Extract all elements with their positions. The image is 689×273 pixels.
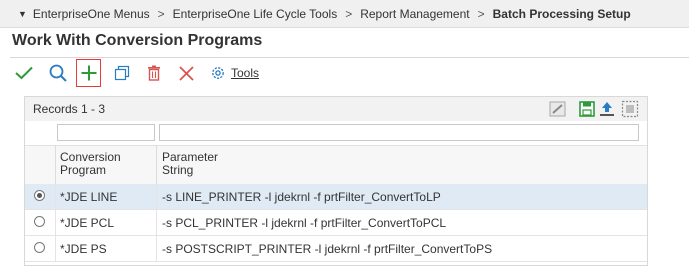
- add-button[interactable]: [76, 59, 101, 87]
- delete-button[interactable]: [143, 62, 165, 84]
- row-select-radio[interactable]: [34, 216, 45, 227]
- page-title: Work With Conversion Programs: [12, 32, 263, 49]
- cell-parameter-string: -s POSTSCRIPT_PRINTER -l jdekrnl -f prtF…: [162, 242, 493, 256]
- grid-header: Records 1 - 3: [25, 97, 647, 122]
- breadcrumb-separator: >: [477, 6, 485, 21]
- column-header-parameter-string[interactable]: Parameter String: [162, 151, 462, 177]
- cell-divider: [156, 184, 157, 209]
- breadcrumb-item-lifecycle-tools[interactable]: EnterpriseOne Life Cycle Tools: [173, 7, 338, 21]
- cell-parameter-string: -s LINE_PRINTER -l jdekrnl -f prtFilter_…: [162, 190, 441, 204]
- cell-parameter-string: -s PCL_PRINTER -l jdekrnl -f prtFilter_C…: [162, 216, 447, 230]
- column-divider: [55, 146, 56, 184]
- breadcrumb-item-menus[interactable]: EnterpriseOne Menus: [33, 7, 150, 21]
- cell-conversion-program: *JDE PCL: [60, 216, 115, 230]
- tools-label: Tools: [231, 66, 260, 80]
- cell-divider: [156, 210, 157, 235]
- cell-divider: [55, 210, 56, 235]
- table-row[interactable]: *JDE PCL -s PCL_PRINTER -l jdekrnl -f pr…: [25, 210, 647, 236]
- close-x-icon: [178, 65, 194, 81]
- row-select-radio[interactable]: [34, 242, 45, 253]
- toolbar: Tools: [0, 58, 689, 88]
- close-button[interactable]: [175, 62, 197, 84]
- copy-icon: [114, 65, 130, 81]
- edit-grid-icon[interactable]: [549, 100, 567, 118]
- cell-conversion-program: *JDE LINE: [60, 190, 118, 204]
- cell-divider: [55, 184, 56, 209]
- query-by-example-row: [25, 121, 647, 145]
- cell-conversion-program: *JDE PS: [60, 242, 107, 256]
- table-row[interactable]: *JDE LINE -s LINE_PRINTER -l jdekrnl -f …: [25, 184, 647, 210]
- export-excel-icon[interactable]: [578, 100, 596, 118]
- plus-icon: [81, 65, 96, 81]
- cell-divider: [156, 236, 157, 261]
- upload-icon[interactable]: [598, 100, 616, 118]
- row-select-radio[interactable]: [34, 190, 45, 201]
- gear-icon: [212, 67, 224, 79]
- trash-icon: [148, 65, 160, 81]
- checkmark-icon: [15, 66, 33, 80]
- breadcrumb-item-report-management[interactable]: Report Management: [360, 7, 469, 21]
- column-header-row: Conversion Program Parameter String: [25, 145, 647, 185]
- qbe-conversion-program-input[interactable]: [57, 124, 155, 141]
- column-header-conversion-program[interactable]: Conversion Program: [60, 151, 152, 177]
- breadcrumb-item-batch-processing: Batch Processing Setup: [492, 6, 631, 21]
- search-icon: [49, 64, 67, 82]
- breadcrumb: ▼ EnterpriseOne Menus > EnterpriseOne Li…: [0, 0, 689, 28]
- maximize-grid-icon[interactable]: [621, 100, 639, 118]
- qbe-parameter-string-input[interactable]: [159, 124, 639, 141]
- table-row[interactable]: *JDE PS -s POSTSCRIPT_PRINTER -l jdekrnl…: [25, 236, 647, 262]
- ok-button[interactable]: [12, 62, 36, 84]
- find-button[interactable]: [46, 62, 70, 84]
- breadcrumb-separator: >: [157, 6, 165, 21]
- grid-panel: Records 1 - 3 Conversion Program Paramet…: [24, 96, 648, 266]
- caret-down-icon[interactable]: ▼: [18, 9, 27, 19]
- breadcrumb-separator: >: [345, 6, 353, 21]
- tools-menu-button[interactable]: Tools: [210, 63, 259, 83]
- copy-button[interactable]: [111, 62, 133, 84]
- cell-divider: [55, 236, 56, 261]
- records-count: Records 1 - 3: [33, 102, 106, 116]
- column-divider: [156, 146, 157, 184]
